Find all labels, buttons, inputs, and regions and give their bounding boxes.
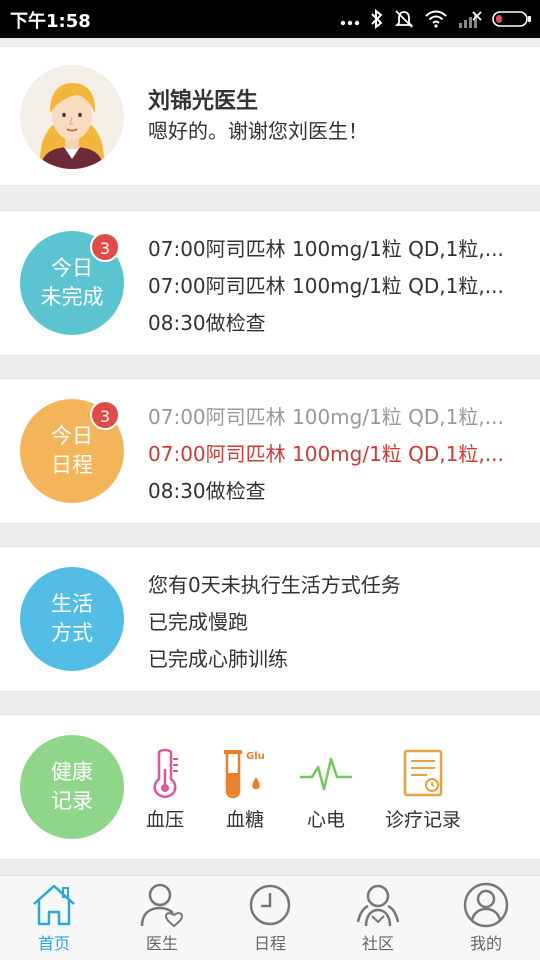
circle-label-line2: 未完成 <box>40 285 104 309</box>
task-item[interactable]: 07:00阿司匹林 100mg/1粒 QD,1粒,... <box>148 270 518 299</box>
tab-label: 首页 <box>37 934 70 953</box>
record-label: 血压 <box>145 809 184 831</box>
health-records-list: 血压 Glu 血糖 心电 诊疗记录 <box>140 747 540 837</box>
bottom-tab-bar: 首页 医生 日程 社区 我的 <box>0 875 540 960</box>
tab-profile[interactable]: 我的 <box>432 882 540 954</box>
battery-icon <box>492 11 531 27</box>
record-ecg[interactable]: 心电 <box>298 747 354 832</box>
circle-label-line2: 日程 <box>51 453 93 477</box>
record-blood-pressure[interactable]: 血压 <box>140 747 190 832</box>
circle-label-line1: 生活 <box>51 592 93 616</box>
notification-badge: 3 <box>90 232 120 262</box>
status-bar: 下午1:58 <box>0 0 540 38</box>
signal-icon <box>459 11 482 28</box>
circle-label-line1: 健康 <box>51 760 93 784</box>
task-item[interactable]: 08:30做检查 <box>148 307 518 336</box>
home-icon <box>33 884 75 926</box>
profile-icon <box>463 882 509 928</box>
health-records-circle[interactable]: 健康 记录 <box>20 735 124 839</box>
record-label: 心电 <box>306 809 345 831</box>
test-tube-icon: Glu <box>224 750 265 799</box>
tab-community[interactable]: 社区 <box>324 882 432 954</box>
circle-label-line2: 记录 <box>51 789 93 813</box>
circle-label-line2: 方式 <box>51 621 93 645</box>
record-blood-sugar[interactable]: Glu 血糖 <box>218 747 272 832</box>
notification-badge: 3 <box>90 400 120 430</box>
doctor-last-message: 嗯好的。谢谢您刘医生！ <box>148 119 368 143</box>
thermometer-icon <box>153 748 178 799</box>
tab-label: 社区 <box>361 934 394 953</box>
health-records-card: 健康 记录 血压 Glu 血糖 心电 诊疗记录 <box>0 714 540 860</box>
lifestyle-circle[interactable]: 生活 方式 <box>20 567 124 671</box>
schedule-item[interactable]: 08:30做检查 <box>148 475 518 504</box>
doctor-avatar <box>20 65 124 169</box>
record-label: 诊疗记录 <box>384 809 461 831</box>
more-dots-icon <box>340 20 360 26</box>
record-label: 血糖 <box>225 809 264 831</box>
schedule-item[interactable]: 07:00阿司匹林 100mg/1粒 QD,1粒,... <box>148 438 518 467</box>
tab-label: 我的 <box>469 934 502 953</box>
lifestyle-item[interactable]: 您有0天未执行生活方式任务 <box>148 569 518 598</box>
lifestyle-item[interactable]: 已完成慢跑 <box>148 606 518 635</box>
record-medical-history[interactable]: 诊疗记录 <box>380 747 466 832</box>
today-schedule-card[interactable]: 今日 日程 3 07:00阿司匹林 100mg/1粒 QD,1粒,... 07:… <box>0 378 540 524</box>
heartbeat-icon <box>300 757 352 791</box>
document-icon <box>403 749 443 797</box>
schedule-item[interactable]: 07:00阿司匹林 100mg/1粒 QD,1粒,... <box>148 401 518 430</box>
tab-home[interactable]: 首页 <box>0 882 108 954</box>
clock-icon <box>249 884 291 926</box>
tab-label: 医生 <box>145 934 178 953</box>
svg-text:Glu: Glu <box>246 751 265 762</box>
doctor-message-card[interactable]: 刘锦光医生 嗯好的。谢谢您刘医生！ <box>0 46 540 186</box>
lifestyle-item[interactable]: 已完成心肺训练 <box>148 643 518 672</box>
tab-schedule[interactable]: 日程 <box>216 882 324 954</box>
tab-doctor[interactable]: 医生 <box>108 882 216 954</box>
status-time: 下午1:58 <box>10 11 91 32</box>
community-icon <box>356 884 400 927</box>
status-icons <box>340 7 532 31</box>
today-incomplete-card[interactable]: 今日 未完成 3 07:00阿司匹林 100mg/1粒 QD,1粒,... 07… <box>0 210 540 356</box>
bluetooth-icon <box>371 9 383 29</box>
lifestyle-card[interactable]: 生活 方式 您有0天未执行生活方式任务 已完成慢跑 已完成心肺训练 <box>0 546 540 692</box>
wifi-icon <box>425 10 447 28</box>
doctor-icon <box>140 883 184 928</box>
doctor-name: 刘锦光医生 <box>148 89 259 114</box>
task-item[interactable]: 07:00阿司匹林 100mg/1粒 QD,1粒,... <box>148 233 518 262</box>
tab-label: 日程 <box>253 934 286 953</box>
mute-bell-icon <box>394 10 414 28</box>
